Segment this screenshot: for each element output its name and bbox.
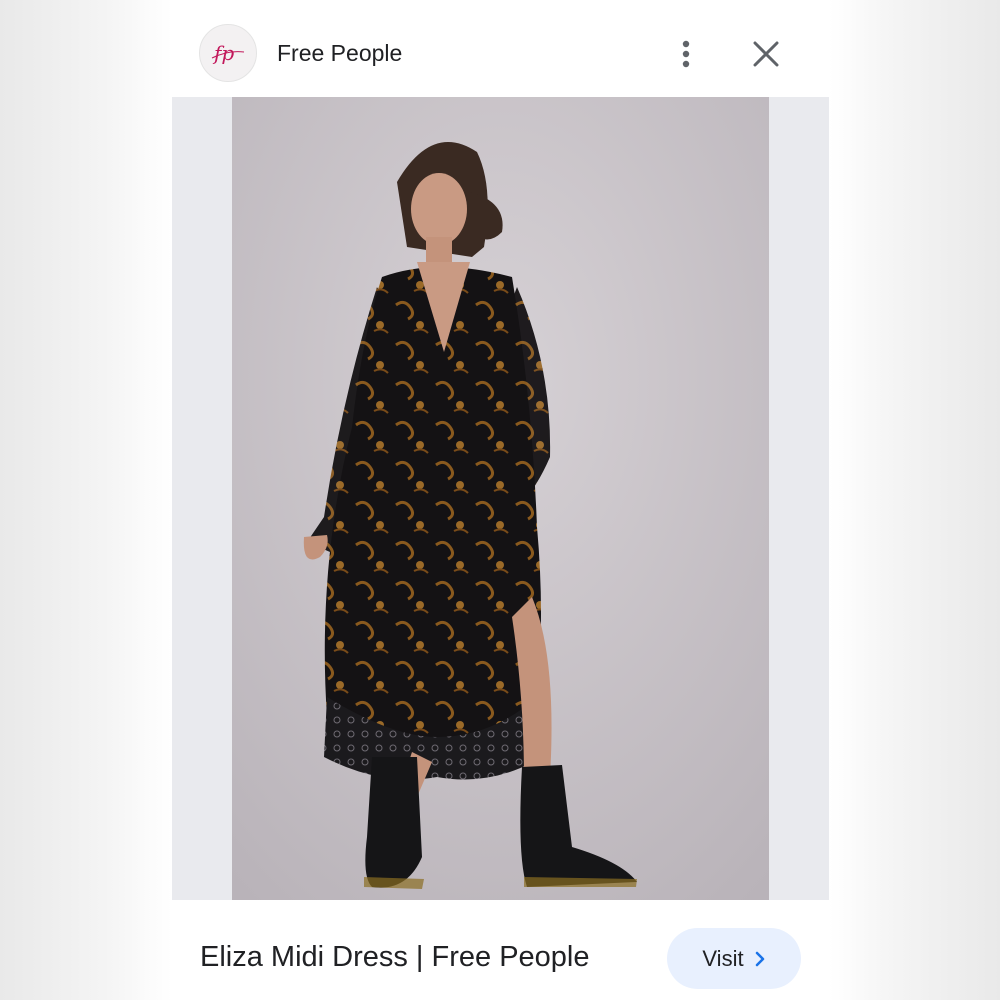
more-vert-icon bbox=[682, 40, 690, 68]
more-options-button[interactable] bbox=[668, 34, 704, 74]
background-left bbox=[0, 0, 172, 1000]
visit-label: Visit bbox=[702, 945, 744, 971]
visit-button[interactable]: Visit bbox=[667, 928, 801, 989]
chevron-right-icon bbox=[755, 951, 764, 966]
svg-text:fp: fp bbox=[212, 41, 234, 65]
image-frame bbox=[172, 97, 829, 900]
free-people-logo-icon: fp bbox=[211, 41, 245, 65]
site-name[interactable]: Free People bbox=[277, 40, 402, 67]
image-preview-card: fp Free People Eliza Midi Dress | Free P… bbox=[172, 0, 829, 1000]
product-image[interactable] bbox=[232, 97, 769, 900]
close-icon bbox=[753, 41, 779, 67]
preview-footer: Eliza Midi Dress | Free People Visit bbox=[172, 900, 829, 1000]
product-photo bbox=[232, 97, 769, 900]
close-button[interactable] bbox=[748, 34, 784, 74]
product-title[interactable]: Eliza Midi Dress | Free People bbox=[200, 941, 590, 974]
site-logo[interactable]: fp bbox=[199, 24, 257, 82]
preview-header: fp Free People bbox=[172, 0, 829, 97]
background-right bbox=[829, 0, 1000, 1000]
